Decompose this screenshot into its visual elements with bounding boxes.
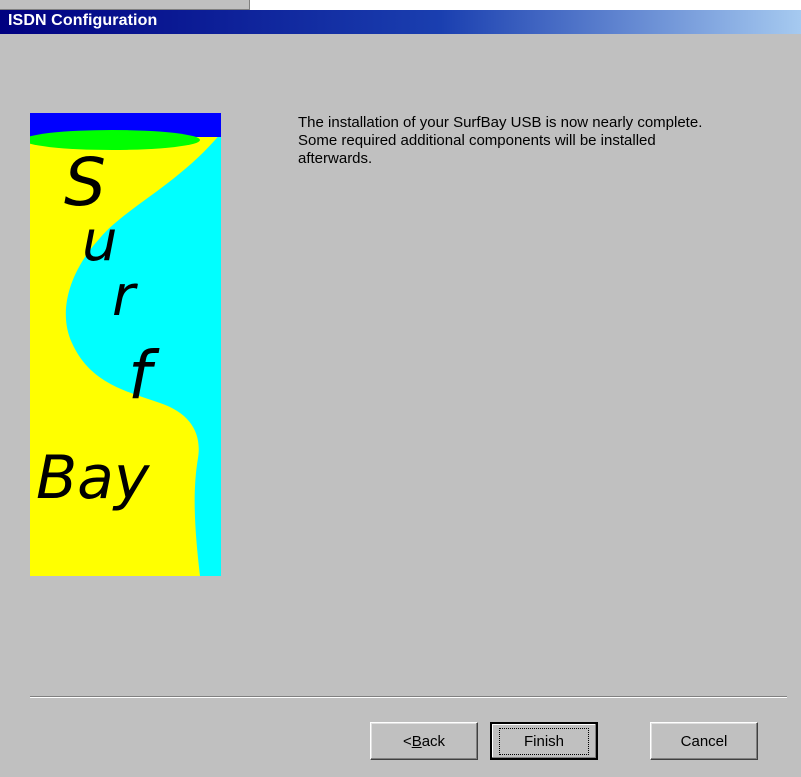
- window-title: ISDN Configuration: [8, 12, 158, 29]
- button-separator: [30, 696, 787, 698]
- banner-green-ellipse: [30, 130, 200, 150]
- back-button-mnemonic: B: [411, 732, 422, 750]
- cancel-button-label: Cancel: [680, 732, 728, 750]
- finish-button[interactable]: Finish: [490, 722, 598, 760]
- back-button-prefix: <: [402, 732, 412, 750]
- completion-message: The installation of your SurfBay USB is …: [298, 114, 703, 167]
- finish-button-label: Finish: [498, 727, 589, 755]
- banner-letter-r: r: [112, 264, 138, 329]
- surfbay-banner-image: S u r f Bay: [30, 113, 221, 576]
- back-button[interactable]: < Back: [370, 722, 478, 760]
- top-tab: [0, 0, 250, 10]
- cancel-button[interactable]: Cancel: [650, 722, 758, 760]
- banner-word-bay: Bay: [36, 443, 151, 513]
- title-bar[interactable]: ISDN Configuration: [0, 10, 801, 34]
- back-button-label: ack: [421, 732, 446, 750]
- dialog-window: ISDN Configuration S u r f Bay The insta…: [0, 0, 801, 777]
